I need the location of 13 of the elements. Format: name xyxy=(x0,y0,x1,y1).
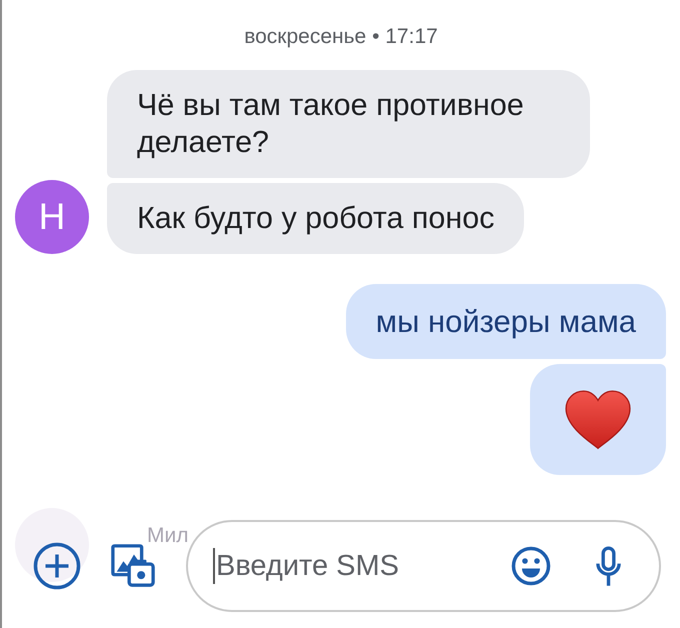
message-bubble[interactable]: мы нойзеры мама xyxy=(346,284,666,359)
heart-icon xyxy=(565,390,631,450)
gallery-camera-icon[interactable] xyxy=(110,543,156,589)
message-bubble[interactable]: Чё вы там такое противное делаете? xyxy=(107,70,590,178)
contact-name: Мил xyxy=(147,524,188,548)
timestamp-label: воскресенье • 17:17 xyxy=(244,24,438,50)
message-input[interactable]: Введите SMS xyxy=(216,550,416,582)
microphone-icon[interactable] xyxy=(595,546,622,586)
add-icon[interactable] xyxy=(33,542,81,590)
contact-avatar[interactable]: Н xyxy=(15,180,89,254)
smiley-icon[interactable] xyxy=(511,546,551,586)
message-bubble[interactable]: Как будто у робота понос xyxy=(107,183,524,254)
message-bubble[interactable] xyxy=(530,364,666,475)
